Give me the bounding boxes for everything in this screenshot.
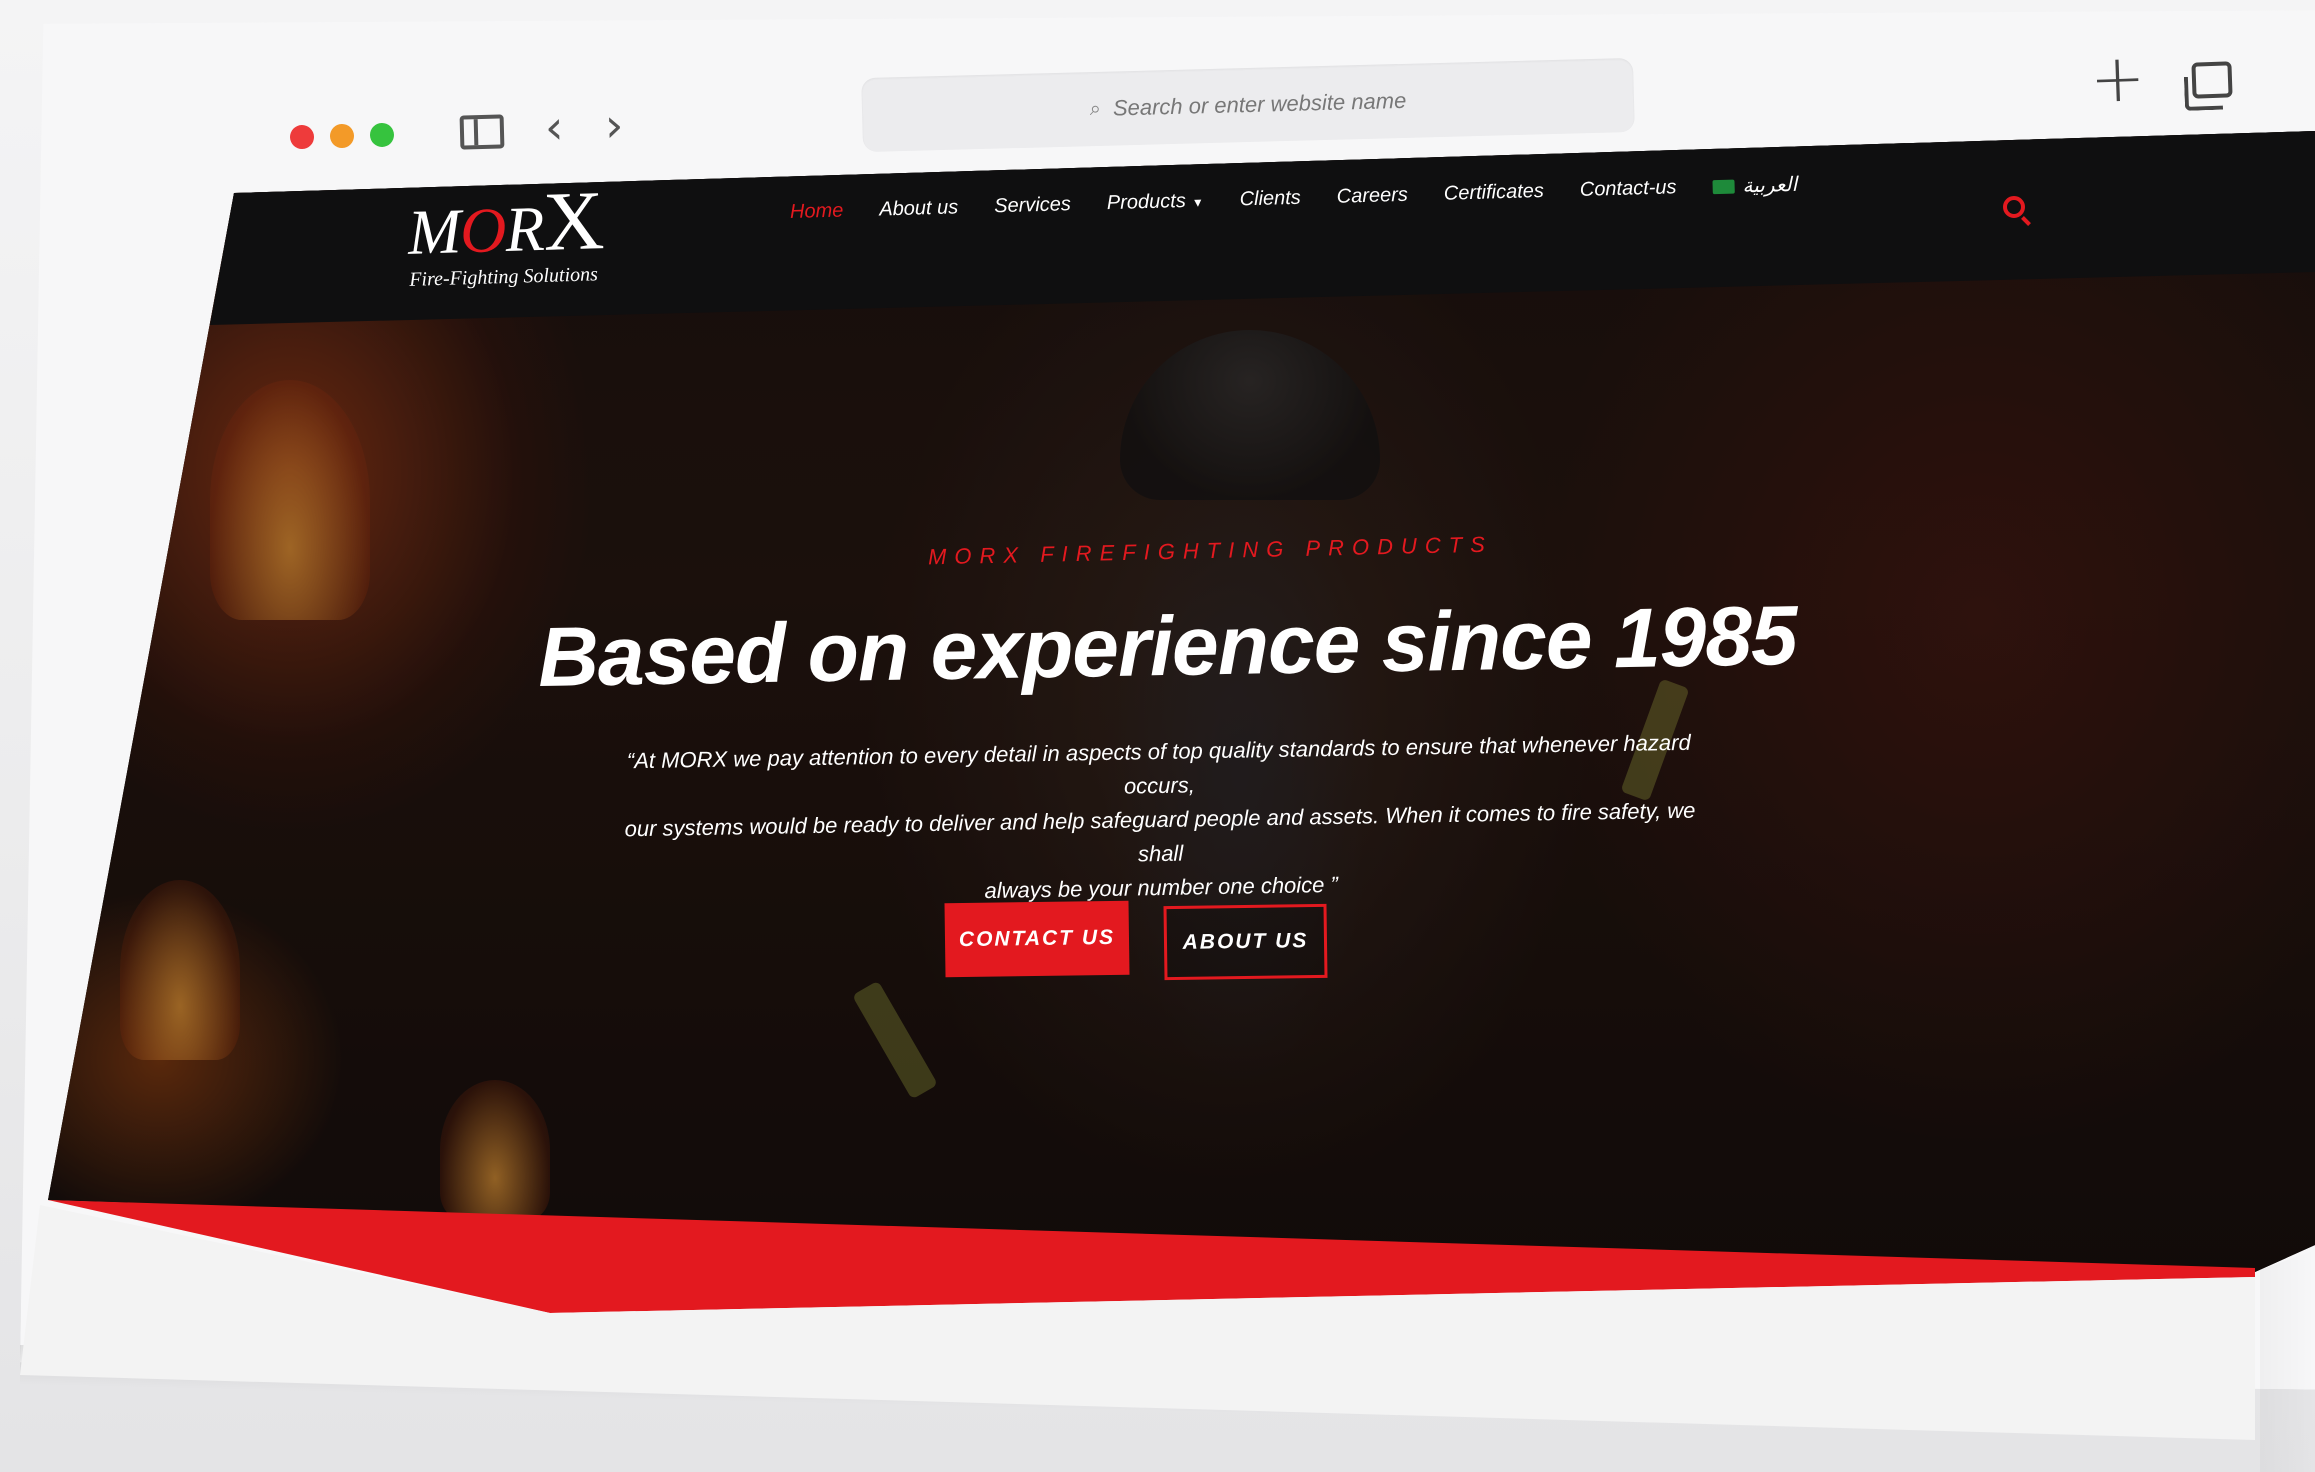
nav-services[interactable]: Services [994,193,1071,218]
language-label: العربية [1742,173,1798,198]
hero-quote: “At MORX we pay attention to every detai… [599,725,1722,915]
site-logo[interactable]: MORX Fire-Fighting Solutions [406,174,605,292]
nav-products-label: Products [1106,189,1187,215]
nav-clients[interactable]: Clients [1239,187,1301,212]
sidebar-icon[interactable] [459,114,505,150]
address-placeholder: Search or enter website name [1112,87,1407,121]
language-switcher[interactable]: العربية [1712,172,1797,199]
close-window-button[interactable] [289,124,315,150]
forward-icon[interactable]: › [604,98,624,152]
about-us-button[interactable]: ABOUT US [1163,903,1328,981]
nav-home[interactable]: Home [790,200,844,224]
saudi-flag-icon [1712,179,1735,194]
logo-mark: MORX [406,174,605,269]
nav-careers[interactable]: Careers [1336,184,1408,209]
back-icon[interactable]: ‹ [544,100,564,154]
contact-us-button[interactable]: CONTACT US [944,900,1130,978]
nav-about-us[interactable]: About us [879,196,959,221]
window-controls [289,122,395,150]
nav-certificates[interactable]: Certificates [1444,180,1545,206]
chevron-down-icon: ▼ [1191,195,1204,210]
tabs-overview-icon[interactable] [2191,61,2233,99]
minimize-window-button[interactable] [329,123,355,149]
search-icon: ⌕ [1089,97,1102,120]
maximize-window-button[interactable] [369,122,395,148]
site-search-icon[interactable] [2003,196,2025,218]
address-bar[interactable]: ⌕ Search or enter website name [861,57,1635,153]
nav-products[interactable]: Products ▼ [1107,189,1204,215]
nav-contact-us[interactable]: Contact-us [1580,176,1677,202]
new-tab-icon[interactable]: + [2089,39,2147,118]
browser-window: ‹ › ⌕ Search or enter website name + MOR… [0,0,2315,1472]
mockup-stage: ‹ › ⌕ Search or enter website name + MOR… [0,0,2315,1472]
